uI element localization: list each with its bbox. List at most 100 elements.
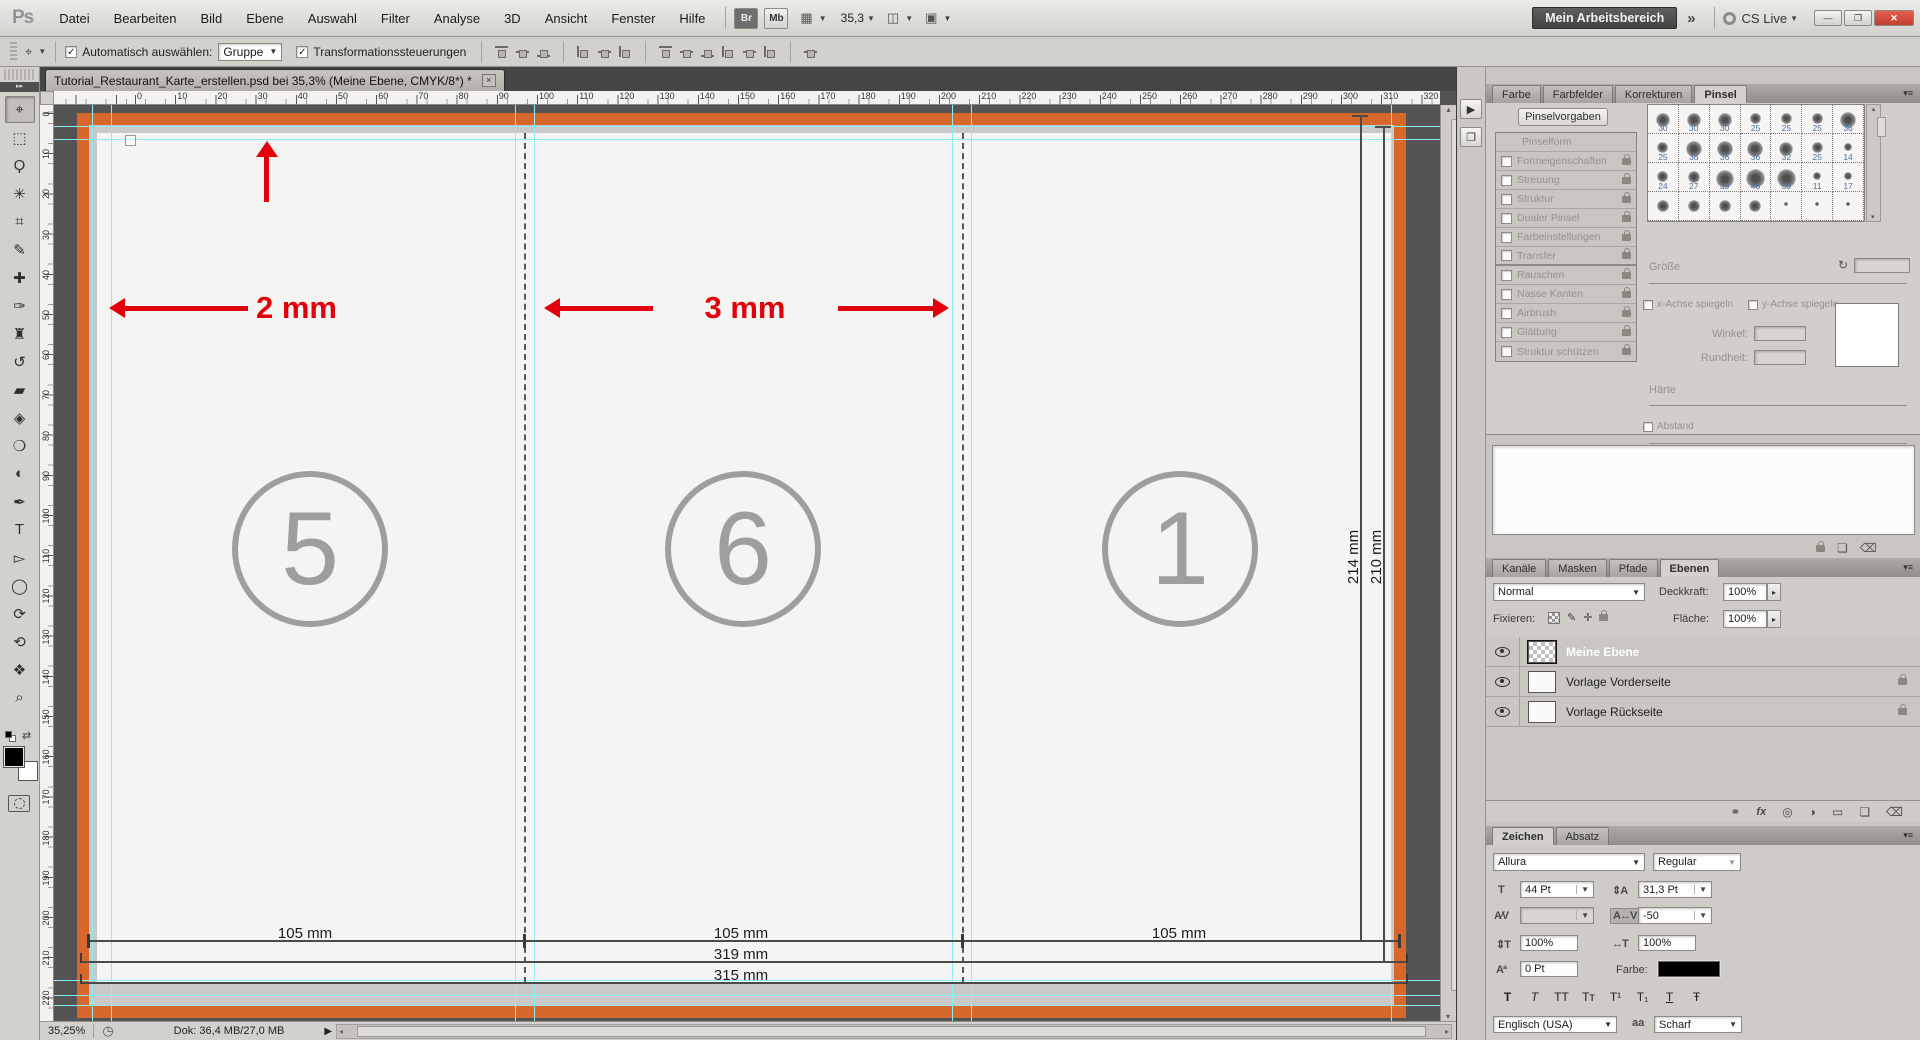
close-tab-icon[interactable]: ×	[482, 74, 496, 87]
faux-italic-button[interactable]: T	[1523, 988, 1546, 1006]
panel-tab-pinsel[interactable]: Pinsel	[1694, 85, 1746, 103]
subscript-button[interactable]: T₁	[1631, 988, 1654, 1006]
guide-vertical[interactable]	[952, 105, 953, 1021]
distribute-left-edges-icon[interactable]	[720, 44, 737, 59]
brush-option-checkbox[interactable]	[1501, 346, 1512, 357]
crop-tool[interactable]: ⌗	[5, 208, 35, 235]
flip-x-checkbox[interactable]: x-Achse spiegeln	[1643, 299, 1733, 310]
fill-spinner[interactable]: ▸	[1767, 610, 1781, 628]
new-brush-icon[interactable]: ❏	[1837, 541, 1848, 555]
toolbox-collapse-icon[interactable]: ▸▸	[0, 82, 39, 92]
distribute-vertical-centers-icon[interactable]	[678, 44, 695, 59]
quick-mask-icon[interactable]	[8, 795, 30, 812]
guide-vertical[interactable]	[1391, 105, 1392, 1021]
guide-horizontal[interactable]	[54, 126, 1440, 127]
type-tool[interactable]: T	[5, 516, 35, 543]
brush-preset[interactable]: 14	[1833, 134, 1864, 163]
brush-option-dualer-pinsel[interactable]: Dualer Pinsel	[1496, 209, 1636, 228]
link-layers-icon[interactable]: ⚭	[1730, 805, 1740, 819]
foreground-color-swatch[interactable]	[4, 747, 24, 767]
layer-row-vorlage-vorderseite[interactable]: Vorlage Vorderseite	[1486, 667, 1920, 697]
brush-preset[interactable]: 11	[1802, 163, 1833, 192]
restore-button[interactable]: ❐	[1844, 10, 1872, 26]
opacity-field[interactable]: 100%	[1723, 583, 1767, 601]
brush-grid-scrollbar[interactable]: ▴▾	[1866, 104, 1881, 222]
brush-option-checkbox[interactable]	[1501, 289, 1512, 300]
quick-selection-tool[interactable]: ✳	[5, 180, 35, 207]
brush-option-airbrush[interactable]: Airbrush	[1496, 304, 1636, 323]
all-caps-button[interactable]: TT	[1550, 988, 1573, 1006]
brush-option-rauschen[interactable]: Rauschen	[1496, 266, 1636, 285]
brush-preset[interactable]	[1833, 192, 1864, 221]
3d-rotate-tool[interactable]: ⟳	[5, 600, 35, 627]
align-top-edges-icon[interactable]	[493, 44, 510, 59]
language-dropdown[interactable]: Englisch (USA)▼	[1493, 1016, 1617, 1033]
panel-tab-ebenen[interactable]: Ebenen	[1660, 559, 1720, 577]
panel-menu-icon[interactable]: ▾≡	[1903, 562, 1913, 573]
superscript-button[interactable]: T¹	[1604, 988, 1627, 1006]
blur-tool[interactable]: ❍	[5, 432, 35, 459]
layer-group-icon[interactable]: ▭	[1832, 805, 1843, 819]
brush-tool[interactable]: ✑	[5, 292, 35, 319]
brush-option-formeigenschaften[interactable]: Formeigenschaften	[1496, 152, 1636, 171]
brush-preset[interactable]	[1710, 192, 1741, 221]
small-caps-button[interactable]: Tᴛ	[1577, 988, 1600, 1006]
3d-orbit-tool[interactable]: ⟲	[5, 628, 35, 655]
brush-option-checkbox[interactable]	[1501, 213, 1512, 224]
leading-field[interactable]: 31,3 Pt▼	[1638, 881, 1712, 898]
baseline-shift-field[interactable]: 0 Pt	[1520, 961, 1578, 977]
brush-preset[interactable]: 36	[1741, 134, 1772, 163]
tool-preset-picker[interactable]: ⌖▼	[25, 44, 46, 60]
auto-select-checkbox[interactable]: ✓	[65, 46, 77, 58]
history-brush-tool[interactable]: ↺	[5, 348, 35, 375]
brush-preset[interactable]: 46	[1741, 163, 1772, 192]
zoom-tool[interactable]: ⌕	[5, 684, 35, 711]
brush-preset[interactable]: 36	[1833, 105, 1864, 134]
fill-field[interactable]: 100%	[1723, 610, 1767, 628]
menu-item-auswahl[interactable]: Auswahl	[296, 7, 369, 30]
menu-item-3d[interactable]: 3D	[492, 7, 533, 30]
document-size-info[interactable]: Dok: 36,4 MB/27,0 MB	[174, 1025, 285, 1037]
guide-vertical[interactable]	[92, 105, 93, 1021]
brush-preset[interactable]	[1679, 192, 1710, 221]
font-size-field[interactable]: 44 Pt▼	[1520, 881, 1594, 898]
mini-bridge-button[interactable]: Mb	[764, 8, 788, 29]
faux-bold-button[interactable]: T	[1496, 988, 1519, 1006]
visibility-eye-icon[interactable]	[1486, 697, 1520, 726]
tracking-field[interactable]: -50▼	[1638, 907, 1712, 924]
status-options-arrow[interactable]: ▶	[324, 1026, 332, 1037]
panel-tab-kan-le[interactable]: Kanäle	[1492, 559, 1546, 577]
guide-horizontal[interactable]	[54, 139, 1440, 140]
delete-layer-icon[interactable]: ⌫	[1886, 805, 1903, 819]
brush-option-struktur-sch-tzen[interactable]: Struktur schützen	[1496, 342, 1636, 361]
menu-item-hilfe[interactable]: Hilfe	[667, 7, 717, 30]
brush-preset[interactable]: 39	[1710, 163, 1741, 192]
align-left-edges-icon[interactable]	[575, 44, 592, 59]
brush-option-checkbox[interactable]	[1501, 156, 1512, 167]
zoom-level-button[interactable]: 35,3▼	[841, 11, 875, 25]
flip-y-checkbox[interactable]: y-Achse spiegeln	[1748, 299, 1838, 310]
guide-vertical[interactable]	[971, 105, 972, 1021]
layer-effects-icon[interactable]: fx	[1756, 806, 1766, 818]
roundness-field[interactable]	[1754, 350, 1806, 365]
swap-colors-icon[interactable]: ⇄	[22, 729, 31, 742]
menu-item-bearbeiten[interactable]: Bearbeiten	[102, 7, 189, 30]
panel-tab-zeichen[interactable]: Zeichen	[1492, 827, 1554, 845]
arrange-documents-button[interactable]: ◫▼	[887, 10, 913, 26]
view-extras-button[interactable]: ▦▼	[800, 10, 826, 26]
brush-preset[interactable]: 17	[1833, 163, 1864, 192]
brush-option-checkbox[interactable]	[1501, 308, 1512, 319]
layer-thumbnail[interactable]	[1528, 671, 1556, 693]
brush-option-checkbox[interactable]	[1501, 250, 1512, 261]
transform-controls-checkbox[interactable]: ✓	[296, 46, 308, 58]
scrollbar-thumb[interactable]	[357, 1026, 1426, 1037]
lock-transparency-icon[interactable]	[1548, 612, 1560, 624]
menu-item-analyse[interactable]: Analyse	[422, 7, 492, 30]
cs-live-button[interactable]: CS Live▼	[1723, 11, 1798, 26]
horizontal-ruler[interactable]: 0102030405060708090100110120130140150160…	[54, 91, 1440, 105]
brush-preset[interactable]	[1802, 192, 1833, 221]
screen-mode-button[interactable]: ▣▼	[925, 10, 951, 26]
brush-option-checkbox[interactable]	[1501, 327, 1512, 338]
vertical-scale-field[interactable]: 100%	[1520, 935, 1578, 951]
align-bottom-edges-icon[interactable]	[535, 44, 552, 59]
